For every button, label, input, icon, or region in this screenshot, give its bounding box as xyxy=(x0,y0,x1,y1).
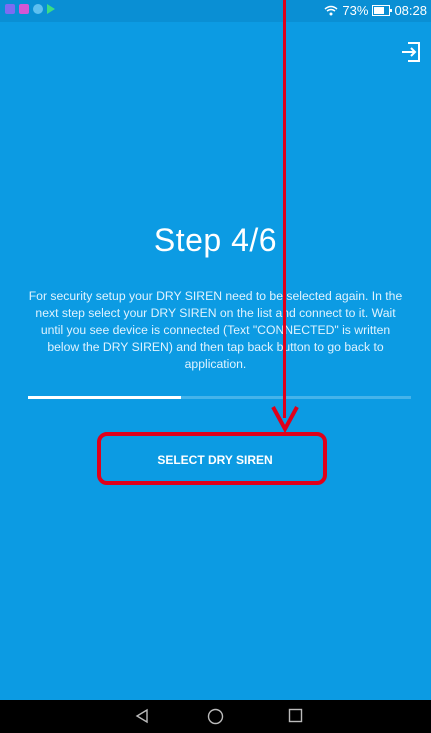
recents-icon[interactable] xyxy=(288,708,303,723)
app-icon xyxy=(19,4,29,14)
battery-percent: 73% xyxy=(342,3,369,18)
app-screen: 73% 08:28 Step 4/6 For security setup yo… xyxy=(0,0,431,733)
annotation-arrow-line xyxy=(283,0,286,418)
progress-bar-fill xyxy=(28,396,182,399)
notification-icons xyxy=(5,4,55,14)
play-store-icon xyxy=(47,4,55,14)
battery-icon xyxy=(372,5,393,16)
status-bar: 73% 08:28 xyxy=(0,0,431,22)
chat-icon xyxy=(33,4,43,14)
annotation-arrow-head xyxy=(271,406,299,434)
clock: 08:28 xyxy=(394,3,427,18)
status-indicators: 73% 08:28 xyxy=(324,3,427,18)
home-icon[interactable] xyxy=(207,708,224,725)
navigation-bar xyxy=(0,700,431,733)
gallery-icon xyxy=(5,4,15,14)
select-dry-siren-button[interactable]: SELECT DRY SIREN xyxy=(103,437,327,483)
progress-bar xyxy=(28,396,411,399)
instructions-text: For security setup your DRY SIREN need t… xyxy=(28,289,403,371)
back-icon[interactable] xyxy=(134,708,150,724)
wifi-icon xyxy=(324,5,338,16)
exit-icon[interactable] xyxy=(400,41,422,63)
step-title: Step 4/6 xyxy=(153,222,278,258)
